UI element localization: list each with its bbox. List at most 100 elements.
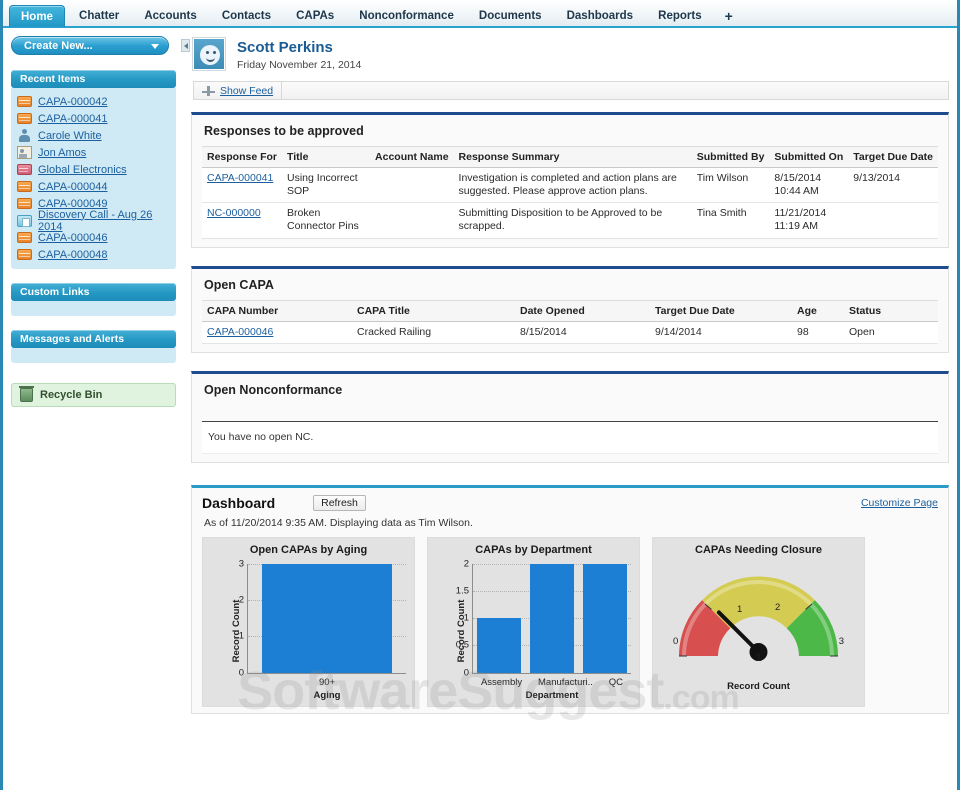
tab-nonconformance-label: Nonconformance — [359, 10, 454, 22]
show-feed-button[interactable]: Show Feed — [194, 82, 283, 99]
chart-open-capas-by-aging[interactable]: Open CAPAs by Aging Record Count 0 1 2 3 — [202, 536, 415, 707]
table-header-row: CAPA Number CAPA Title Date Opened Targe… — [202, 299, 938, 322]
column-header-target-due-date[interactable]: Target Due Date — [848, 146, 938, 168]
column-header-title[interactable]: Title — [282, 146, 371, 168]
add-tab-button[interactable]: + — [716, 5, 742, 27]
tab-home[interactable]: Home — [9, 5, 65, 27]
chart-plot: Record Count 0 1 2 3 90+ Aging — [207, 558, 410, 702]
open-capa-table-wrap: CAPA Number CAPA Title Date Opened Targe… — [192, 299, 948, 344]
tab-dashboards[interactable]: Dashboards — [556, 5, 644, 27]
list-item[interactable]: Discovery Call - Aug 26 2014 — [17, 209, 170, 233]
dashboard-title: Dashboard — [202, 494, 276, 511]
recycle-bin-link[interactable]: Recycle Bin — [11, 383, 176, 407]
column-header-response-summary[interactable]: Response Summary — [453, 146, 692, 168]
custom-links-body — [11, 301, 176, 316]
tab-contacts-label: Contacts — [221, 10, 272, 22]
response-for-link[interactable]: CAPA-000041 — [207, 172, 273, 184]
chart-capas-by-department[interactable]: CAPAs by Department Record Count 0 0.5 1… — [427, 536, 640, 707]
open-capa-panel: Open CAPA CAPA Number CAPA Title Date Op… — [191, 265, 949, 353]
list-item[interactable]: CAPA-000042 — [17, 93, 170, 110]
list-item-label[interactable]: CAPA-000046 — [38, 232, 108, 244]
gauge-max-label: 3 — [838, 635, 844, 647]
list-item[interactable]: CAPA-000048 — [17, 246, 170, 263]
table-row: CAPA-000046 Cracked Railing 8/15/2014 9/… — [202, 321, 938, 344]
bar-assembly[interactable] — [477, 618, 522, 673]
responses-to-be-approved-panel: Responses to be approved Response For Ti… — [191, 112, 949, 248]
page-title: Scott Perkins — [237, 39, 333, 56]
list-item[interactable]: CAPA-000041 — [17, 110, 170, 127]
bar-qc[interactable] — [582, 563, 627, 673]
capa-number-link[interactable]: CAPA-000046 — [207, 326, 273, 338]
open-nc-body: You have no open NC. — [192, 420, 948, 454]
column-header-status[interactable]: Status — [844, 299, 938, 322]
tab-reports[interactable]: Reports — [647, 5, 712, 27]
create-new-label: Create New... — [24, 40, 93, 52]
column-header-date-opened[interactable]: Date Opened — [515, 299, 650, 322]
capa-record-icon — [17, 181, 32, 192]
bar-90plus[interactable] — [262, 563, 392, 673]
gauge-caption: Record Count — [727, 680, 790, 692]
column-header-age[interactable]: Age — [792, 299, 844, 322]
panel-title: Open CAPA — [204, 277, 274, 292]
column-header-capa-title[interactable]: CAPA Title — [352, 299, 515, 322]
tab-accounts[interactable]: Accounts — [133, 5, 207, 27]
list-item-label[interactable]: Global Electronics — [38, 164, 127, 176]
tab-home-label: Home — [21, 11, 53, 23]
current-date: Friday November 21, 2014 — [237, 59, 362, 71]
list-item[interactable]: CAPA-000044 — [17, 178, 170, 195]
tab-nonconformance[interactable]: Nonconformance — [348, 5, 465, 27]
x-tick-label: Assembly — [480, 676, 523, 688]
tab-accounts-label: Accounts — [144, 10, 197, 22]
create-new-dropdown[interactable]: Create New... — [11, 36, 169, 55]
list-item-label[interactable]: Jon Amos — [38, 147, 86, 159]
gauge-plot: 0 3 1 2 1 Record Count — [657, 560, 860, 702]
chart-plot: Record Count 0 0.5 1 1.5 2 Assembly Manu… — [432, 558, 635, 702]
list-item[interactable]: Carole White — [17, 127, 170, 144]
list-item-label[interactable]: CAPA-000048 — [38, 249, 108, 261]
cell-submitted-on: 8/15/2014 10:44 AM — [769, 167, 849, 204]
tab-capas[interactable]: CAPAs — [285, 5, 345, 27]
list-item-label[interactable]: CAPA-000044 — [38, 181, 108, 193]
capa-record-icon — [17, 249, 32, 260]
tab-dashboards-label: Dashboards — [566, 10, 634, 22]
refresh-button[interactable]: Refresh — [313, 494, 366, 511]
messages-and-alerts-block: Messages and Alerts — [11, 330, 176, 363]
cell-title: Using Incorrect SOP — [282, 167, 371, 204]
chart-capas-needing-closure[interactable]: CAPAs Needing Closure 0 3 1 2 1 Record C… — [652, 536, 865, 707]
column-header-account-name[interactable]: Account Name — [370, 146, 454, 168]
list-item-label[interactable]: CAPA-000042 — [38, 96, 108, 108]
list-item-label[interactable]: Carole White — [38, 130, 102, 142]
response-for-link[interactable]: NC-000000 — [207, 207, 261, 219]
y-tick-label: 0 — [463, 667, 469, 679]
avatar-face-icon — [200, 45, 220, 65]
panel-title: Responses to be approved — [204, 124, 364, 138]
x-tick-label: QC — [608, 676, 624, 688]
cell-submitted-by: Tim Wilson — [691, 167, 770, 204]
column-header-response-for[interactable]: Response For — [202, 146, 283, 168]
column-header-submitted-on[interactable]: Submitted On — [769, 146, 849, 168]
account-icon — [17, 164, 32, 175]
bar-manufacturing[interactable] — [529, 563, 574, 673]
show-feed-label[interactable]: Show Feed — [220, 85, 273, 97]
customize-page-link[interactable]: Customize Page — [861, 497, 938, 509]
chart-bars — [248, 563, 406, 673]
column-header-target-due-date[interactable]: Target Due Date — [650, 299, 792, 322]
cell-target-due-date — [848, 202, 938, 239]
gauge-value-label: 1 — [755, 651, 762, 664]
list-item[interactable]: Jon Amos — [17, 144, 170, 161]
tab-chatter[interactable]: Chatter — [68, 5, 130, 27]
sidebar-collapse-button[interactable] — [181, 39, 190, 52]
tab-contacts[interactable]: Contacts — [211, 5, 282, 27]
tab-documents[interactable]: Documents — [468, 5, 553, 27]
column-header-capa-number[interactable]: CAPA Number — [202, 299, 352, 322]
avatar[interactable] — [193, 38, 225, 70]
column-header-submitted-by[interactable]: Submitted By — [691, 146, 770, 168]
cell-submitted-by: Tina Smith — [691, 202, 770, 239]
list-item-label[interactable]: CAPA-000041 — [38, 113, 108, 125]
list-item-label[interactable]: Discovery Call - Aug 26 2014 — [38, 209, 170, 233]
nc-spacer — [192, 404, 948, 421]
list-item[interactable]: Global Electronics — [17, 161, 170, 178]
cell-age: 98 — [792, 321, 844, 344]
cell-capa-number: CAPA-000046 — [202, 321, 352, 344]
cell-response-for: CAPA-000041 — [202, 167, 283, 204]
